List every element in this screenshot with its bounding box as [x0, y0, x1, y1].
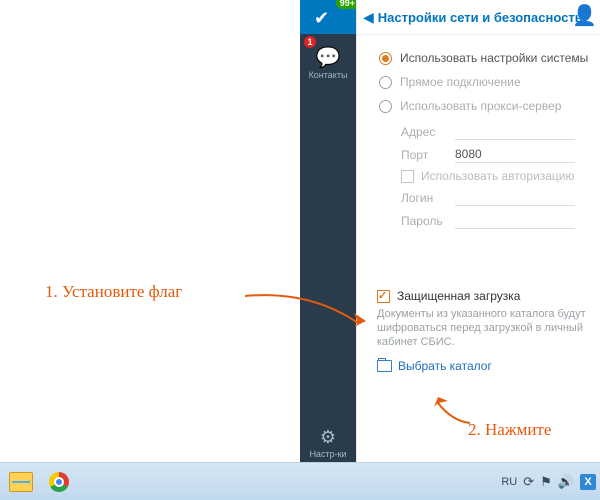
panel-title: Настройки сети и безопасность [378, 10, 583, 25]
tray-sound-icon[interactable]: 🔊 [558, 474, 574, 490]
login-input[interactable] [455, 189, 575, 206]
profile-icon[interactable]: 👤 [572, 3, 597, 28]
checkbox-checked-icon [377, 290, 390, 303]
connection-options: Использовать настройки системы Прямое по… [379, 51, 600, 113]
row-login: Логин [401, 189, 600, 206]
option-label: Использовать настройки системы [400, 51, 588, 65]
settings-label: Настр-ки [300, 449, 356, 459]
option-direct[interactable]: Прямое подключение [379, 75, 600, 89]
chrome-icon [49, 472, 69, 492]
checkbox-secure-upload[interactable]: Защищенная загрузка [377, 289, 600, 303]
bird-icon: ✔ [314, 8, 329, 29]
choose-folder-label: Выбрать каталог [398, 359, 492, 373]
gear-icon: ⚙ [300, 427, 356, 448]
checkbox-icon [401, 170, 414, 183]
contacts-icon: 💬 [300, 48, 356, 68]
annotation-step-2: 2. Нажмите [468, 420, 551, 440]
radio-icon [379, 100, 392, 113]
port-label: Порт [401, 148, 455, 162]
option-use-system[interactable]: Использовать настройки системы [379, 51, 600, 65]
address-input[interactable] [455, 123, 575, 140]
row-port: Порт [401, 146, 600, 163]
secure-label: Защищенная загрузка [397, 289, 520, 303]
login-label: Логин [401, 191, 455, 205]
option-label: Использовать прокси-сервер [400, 99, 561, 113]
system-tray: ⟳ ⚑ 🔊 X [523, 474, 596, 490]
folder-icon [377, 360, 392, 372]
taskbar-chrome[interactable] [42, 467, 76, 497]
tray-app-icon[interactable]: X [580, 474, 596, 490]
radio-icon [379, 76, 392, 89]
app-sidebar: ✔ 99+ 1 💬 Контакты ⚙ Настр-ки [300, 0, 356, 463]
tray-flag-icon[interactable]: ⚑ [540, 474, 552, 490]
app-logo[interactable]: ✔ 99+ [300, 0, 356, 34]
auth-label: Использовать авторизацию [421, 169, 575, 183]
option-label: Прямое подключение [400, 75, 521, 89]
contacts-label: Контакты [300, 70, 356, 80]
back-icon[interactable]: ◀ [361, 9, 376, 26]
contacts-badge[interactable]: 1 [304, 36, 316, 48]
language-indicator[interactable]: RU [501, 476, 517, 488]
address-label: Адрес [401, 125, 455, 139]
windows-taskbar: RU ⟳ ⚑ 🔊 X [0, 462, 600, 500]
password-label: Пароль [401, 214, 455, 228]
radio-icon [379, 52, 392, 65]
port-input[interactable] [455, 146, 575, 163]
sidebar-item-contacts[interactable]: 💬 Контакты [300, 48, 356, 80]
option-proxy[interactable]: Использовать прокси-сервер [379, 99, 600, 113]
checkbox-auth[interactable]: Использовать авторизацию [401, 169, 600, 183]
settings-panel: ◀ Настройки сети и безопасность 👤 Исполь… [356, 0, 600, 463]
secure-description: Документы из указанного каталога будут ш… [377, 307, 600, 349]
taskbar-explorer[interactable] [4, 467, 38, 497]
explorer-icon [9, 472, 33, 492]
row-address: Адрес [401, 123, 600, 140]
panel-header: ◀ Настройки сети и безопасность 👤 [357, 0, 600, 35]
sidebar-item-settings[interactable]: ⚙ Настр-ки [300, 427, 356, 459]
annotation-step-1: 1. Установите флаг [45, 282, 182, 302]
password-input[interactable] [455, 212, 575, 229]
tray-sync-icon[interactable]: ⟳ [523, 474, 534, 490]
choose-folder-link[interactable]: Выбрать каталог [377, 359, 600, 373]
row-password: Пароль [401, 212, 600, 229]
